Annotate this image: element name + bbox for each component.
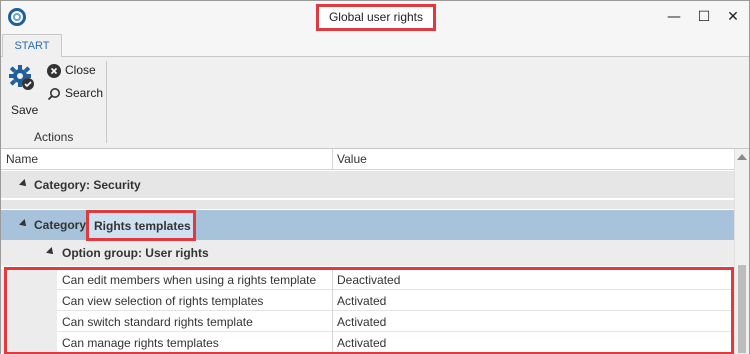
table-row[interactable]: Can view selection of rights templates A… bbox=[1, 290, 734, 311]
column-header-name[interactable]: Name bbox=[6, 152, 38, 166]
scroll-up-arrow-icon[interactable] bbox=[737, 154, 747, 160]
save-label: Save bbox=[11, 103, 39, 117]
category-rights-templates-label: Rights templates bbox=[94, 219, 191, 233]
category-spacer bbox=[1, 200, 734, 210]
close-circle-icon bbox=[47, 64, 61, 78]
row-indent bbox=[1, 269, 57, 290]
search-button[interactable]: Search bbox=[45, 84, 107, 104]
table-row[interactable]: Can manage rights templates Activated bbox=[1, 332, 734, 353]
row-name: Can edit members when using a rights tem… bbox=[62, 273, 317, 287]
app-logo-icon bbox=[8, 8, 26, 26]
minimize-button[interactable]: — bbox=[664, 7, 684, 27]
close-window-button[interactable]: ✕ bbox=[723, 7, 743, 27]
row-value[interactable]: Activated bbox=[337, 315, 386, 329]
row-value[interactable]: Activated bbox=[337, 294, 386, 308]
search-label: Search bbox=[65, 86, 104, 100]
tab-start[interactable]: START bbox=[2, 34, 62, 58]
row-name: Can view selection of rights templates bbox=[62, 294, 264, 308]
row-name: Can switch standard rights template bbox=[62, 315, 253, 329]
option-group-row[interactable]: Option group: User rights bbox=[1, 240, 734, 266]
vertical-scrollbar[interactable] bbox=[734, 149, 749, 354]
row-indent bbox=[1, 332, 57, 353]
category-rights-templates-prefix: Category: bbox=[34, 218, 91, 232]
option-group-label: Option group: User rights bbox=[62, 246, 209, 260]
table-row[interactable]: Can switch standard rights template Acti… bbox=[1, 311, 734, 332]
close-button[interactable]: Close bbox=[45, 61, 107, 81]
app-window: Global user rights — ☐ ✕ START Save Clos… bbox=[0, 0, 750, 354]
table-row[interactable]: Can edit members when using a rights tem… bbox=[1, 269, 734, 290]
property-grid: Name Value Category: Security Category: … bbox=[1, 149, 749, 354]
title-bar: Global user rights — ☐ ✕ bbox=[1, 1, 749, 33]
save-button[interactable]: Save bbox=[7, 63, 39, 123]
row-name: Can manage rights templates bbox=[62, 336, 219, 350]
close-label: Close bbox=[65, 63, 96, 77]
window-title: Global user rights bbox=[316, 4, 436, 31]
ribbon-panel: Save Close Search Actions bbox=[1, 57, 749, 149]
category-security-row[interactable]: Category: Security bbox=[1, 171, 734, 199]
row-indent bbox=[1, 290, 57, 311]
maximize-button[interactable]: ☐ bbox=[694, 7, 714, 27]
row-indent bbox=[1, 311, 57, 332]
category-security-label: Category: Security bbox=[34, 178, 141, 192]
gear-save-icon bbox=[9, 65, 34, 90]
column-divider bbox=[332, 332, 333, 353]
row-value[interactable]: Deactivated bbox=[337, 273, 400, 287]
rights-templates-highlight: Rights templates bbox=[86, 210, 196, 241]
column-header-value[interactable]: Value bbox=[337, 152, 367, 166]
ribbon-group-divider bbox=[106, 61, 107, 143]
column-divider bbox=[332, 269, 333, 290]
collapse-arrow-icon[interactable] bbox=[46, 247, 56, 257]
collapse-arrow-icon[interactable] bbox=[19, 219, 29, 229]
column-divider[interactable] bbox=[332, 149, 333, 170]
ribbon-group-label: Actions bbox=[34, 130, 74, 144]
grid-header: Name Value bbox=[1, 149, 734, 170]
search-icon bbox=[47, 88, 60, 101]
ribbon-tab-strip: START bbox=[1, 33, 749, 58]
column-divider bbox=[332, 290, 333, 311]
column-divider bbox=[332, 311, 333, 332]
row-value[interactable]: Activated bbox=[337, 336, 386, 350]
collapse-arrow-icon[interactable] bbox=[19, 179, 29, 189]
scroll-thumb[interactable] bbox=[738, 265, 746, 353]
